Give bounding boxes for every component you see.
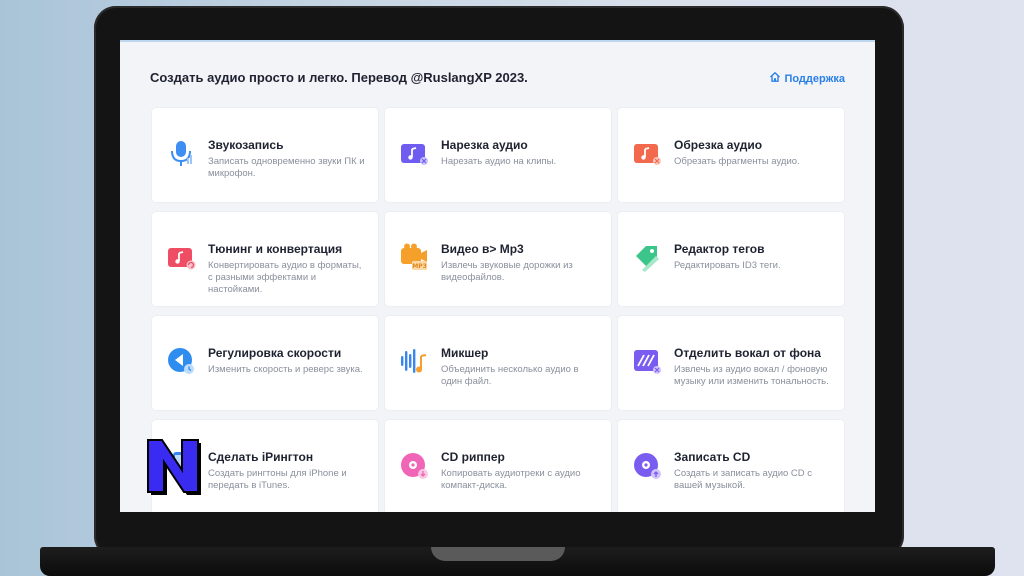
tool-card-cd-burn[interactable]: Записать CD Создать и записать аудио CD …: [618, 420, 844, 512]
tool-card-convert[interactable]: Тюнинг и конвертация Конвертировать ауди…: [152, 212, 378, 306]
tool-description: Конвертировать аудио в форматы, с разным…: [208, 260, 362, 295]
tool-description: Извлечь звуковые дорожки из видеофайлов.: [441, 260, 573, 283]
tool-description: Обрезать фрагменты аудио.: [674, 156, 800, 167]
svg-text:MP3: MP3: [412, 263, 427, 270]
tool-description: Создать рингтоны для iPhone и передать в…: [208, 468, 347, 491]
tool-description: Редактировать ID3 теги.: [674, 260, 781, 271]
cd-burn-icon: [632, 450, 662, 480]
tool-card-cd-ripper[interactable]: CD риппер Копировать аудиотреки с аудио …: [385, 420, 611, 512]
tool-title: Звукозапись: [208, 138, 284, 152]
support-link[interactable]: Поддержка: [769, 71, 845, 86]
tool-title: Нарезка аудио: [441, 138, 528, 152]
tool-title: Редактор тегов: [674, 242, 765, 256]
tool-card-tag-editor[interactable]: Редактор тегов Редактировать ID3 теги.: [618, 212, 844, 306]
tools-grid: Звукозапись Записать одновременно звуки …: [152, 108, 845, 512]
tool-title: Микшер: [441, 346, 489, 360]
tool-card-recorder[interactable]: Звукозапись Записать одновременно звуки …: [152, 108, 378, 202]
tool-description: Объединить несколько аудио в один файл.: [441, 364, 579, 387]
tool-description: Копировать аудиотреки с аудио компакт-ди…: [441, 468, 581, 491]
tool-title: Тюнинг и конвертация: [208, 242, 343, 256]
mixer-icon: [399, 346, 429, 376]
audio-split-icon: [399, 138, 429, 168]
tool-description: Нарезать аудио на клипы.: [441, 156, 557, 167]
laptop-hinge: [431, 547, 565, 561]
tool-card-speed[interactable]: Регулировка скорости Изменить скорость и…: [152, 316, 378, 410]
cd-ripper-icon: [399, 450, 429, 480]
home-icon: [769, 71, 781, 86]
tool-title: Сделать iРингтон: [208, 450, 314, 464]
tool-description: Создать и записать аудио CD с вашей музы…: [674, 468, 813, 491]
tool-title: CD риппер: [441, 450, 505, 464]
app-window: Создать аудио просто и легко. Перевод @R…: [120, 40, 875, 512]
microphone-icon: [166, 138, 196, 168]
tool-card-mixer[interactable]: Микшер Объединить несколько аудио в один…: [385, 316, 611, 410]
tool-title: Отделить вокал от фона: [674, 346, 821, 360]
tool-card-trim[interactable]: Обрезка аудио Обрезать фрагменты аудио.: [618, 108, 844, 202]
tag-edit-icon: [632, 242, 662, 272]
tool-title: Обрезка аудио: [674, 138, 763, 152]
audio-convert-icon: [166, 242, 196, 272]
tool-description: Извлечь из аудио вокал / фоновую музыку …: [674, 364, 829, 387]
audio-trim-icon: [632, 138, 662, 168]
tool-title: Видео в> Mp3: [441, 242, 524, 256]
speed-control-icon: [166, 346, 196, 376]
tool-card-vocal-remover[interactable]: Отделить вокал от фона Извлечь из аудио …: [618, 316, 844, 410]
video-to-mp3-icon: MP3: [399, 242, 429, 272]
tool-title: Записать CD: [674, 450, 751, 464]
tool-description: Записать одновременно звуки ПК и микрофо…: [208, 156, 365, 179]
tool-card-video-to-mp3[interactable]: MP3 Видео в> Mp3 Извлечь звуковые дорожк…: [385, 212, 611, 306]
tool-card-split[interactable]: Нарезка аудио Нарезать аудио на клипы.: [385, 108, 611, 202]
n-logo-icon: [142, 434, 204, 496]
tool-title: Регулировка скорости: [208, 346, 342, 360]
page-title: Создать аудио просто и легко. Перевод @R…: [150, 70, 528, 85]
tool-description: Изменить скорость и реверс звука.: [208, 364, 363, 375]
support-label: Поддержка: [784, 72, 845, 85]
vocal-remover-icon: [632, 346, 662, 376]
